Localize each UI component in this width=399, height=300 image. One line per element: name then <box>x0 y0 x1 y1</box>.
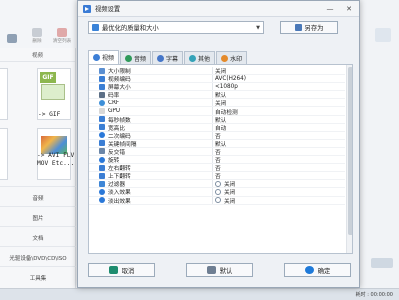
category-tools[interactable]: 工具集 <box>0 266 76 288</box>
settings-tabs: 视频 音频 字幕 其他 水印 <box>88 50 248 64</box>
ok-button[interactable]: 确定 <box>284 263 351 277</box>
category-disc[interactable]: 光驱设备\DVD\CD\ISO <box>0 246 76 268</box>
back-arrow-icon <box>108 266 118 274</box>
two-pass-icon <box>99 132 105 139</box>
fade-in-icon <box>99 188 105 195</box>
property-row[interactable]: 淡出效果 关闭 <box>89 196 345 205</box>
printer-icon <box>206 266 216 274</box>
elapsed-time: 耗时 : 00:00:00 <box>355 292 393 298</box>
property-list: 大小限制 关闭 视频编码 AVC(H264) 屏幕大小 <1080p 码率 默认 CRF… <box>89 67 345 205</box>
save-icon <box>294 24 302 31</box>
ok-label: 确定 <box>317 267 331 275</box>
video-tab-icon <box>93 54 100 61</box>
category-image[interactable]: 图片 <box>0 206 76 228</box>
delete-tool[interactable]: 删除 <box>26 22 48 44</box>
scrollbar[interactable] <box>346 65 352 253</box>
tab-label: 视频 <box>102 55 115 62</box>
rotate-icon <box>99 156 105 163</box>
flip-horizontal-icon <box>99 164 105 171</box>
keyframe-icon <box>99 140 105 147</box>
tile-avi-label: -> AVI FLV MOV Etc... <box>37 152 75 167</box>
chevron-down-icon: ▼ <box>256 25 260 31</box>
tab-label: 其他 <box>198 55 211 63</box>
category-document[interactable]: 文档 <box>0 226 76 248</box>
preset-select[interactable]: 最优化的质量和大小 ▼ <box>88 21 264 34</box>
bitrate-icon <box>99 91 105 98</box>
preset-value: 最优化的质量和大小 <box>102 25 159 32</box>
category-audio[interactable]: 音频 <box>0 186 76 208</box>
section-title: 视频 <box>0 48 75 62</box>
minimize-button[interactable]: — <box>325 4 335 13</box>
audio-tab-icon <box>125 54 133 62</box>
cancel-label: 取消 <box>121 267 135 275</box>
tile-left-1[interactable] <box>0 68 8 120</box>
screen-size-icon <box>99 83 105 90</box>
back-icon <box>7 34 17 43</box>
tab-watermark[interactable]: 水印 <box>216 51 248 64</box>
fade-in-value-icon <box>215 188 221 195</box>
gif-icon <box>41 84 65 100</box>
tab-subtitle[interactable]: 字幕 <box>152 51 184 64</box>
gif-badge: GIF <box>40 72 56 83</box>
tab-label: 音频 <box>134 55 147 63</box>
subtitle-tab-icon <box>157 54 165 62</box>
tab-label: 水印 <box>230 55 243 63</box>
check-icon <box>304 266 314 274</box>
aspect-ratio-icon <box>99 124 105 131</box>
gpu-icon <box>99 108 105 115</box>
background-right-panel <box>360 0 399 288</box>
background-toolbar: 删除 清空列表 <box>0 22 84 44</box>
clear-list-tool[interactable]: 清空列表 <box>51 22 73 44</box>
video-settings-icon <box>83 4 91 13</box>
status-bar: 耗时 : 00:00:00 <box>0 288 399 300</box>
video-settings-dialog: 视频设置 — ✕ 最优化的质量和大小 ▼ 另存为 视频 音频 字幕 其他 水印 … <box>77 0 360 288</box>
tab-label: 字幕 <box>166 55 179 63</box>
quality-icon <box>92 24 99 31</box>
right-toolbar-icon[interactable] <box>375 28 391 42</box>
delete-icon <box>32 28 42 37</box>
dialog-titlebar: 视频设置 — ✕ <box>78 1 359 17</box>
tile-left-2[interactable] <box>0 128 8 180</box>
save-as-label: 另存为 <box>304 25 324 32</box>
deinterlace-icon <box>99 148 105 155</box>
filter-icon <box>99 180 105 187</box>
tab-audio[interactable]: 音频 <box>120 51 152 64</box>
preset-row: 最优化的质量和大小 ▼ 另存为 <box>88 21 350 35</box>
default-label: 默认 <box>219 267 233 275</box>
dialog-title: 视频设置 <box>95 6 121 13</box>
cancel-button[interactable]: 取消 <box>88 263 155 277</box>
clear-list-icon <box>57 28 67 37</box>
tab-other[interactable]: 其他 <box>184 51 216 64</box>
other-tab-icon <box>189 54 197 62</box>
fade-out-icon <box>99 197 105 204</box>
properties-panel: 大小限制 关闭 视频编码 AVC(H264) 屏幕大小 <1080p 码率 默认 CRF… <box>88 64 353 254</box>
save-as-button[interactable]: 另存为 <box>280 21 338 34</box>
filter-value-icon <box>215 180 221 187</box>
watermark-tab-icon <box>221 54 229 62</box>
fade-out-value-icon <box>215 197 221 204</box>
size-limit-icon <box>99 67 105 74</box>
crf-icon <box>99 99 105 106</box>
tab-video[interactable]: 视频 <box>88 50 120 64</box>
fps-icon <box>99 116 105 123</box>
flip-vertical-icon <box>99 172 105 179</box>
video-codec-icon <box>99 75 105 82</box>
scroll-thumb[interactable] <box>348 67 352 235</box>
close-button[interactable]: ✕ <box>344 4 354 13</box>
default-button[interactable]: 默认 <box>186 263 253 277</box>
tile-gif-label: -> GIF <box>38 111 61 118</box>
back-tool[interactable] <box>1 22 23 44</box>
right-bottom-control[interactable] <box>371 258 393 268</box>
